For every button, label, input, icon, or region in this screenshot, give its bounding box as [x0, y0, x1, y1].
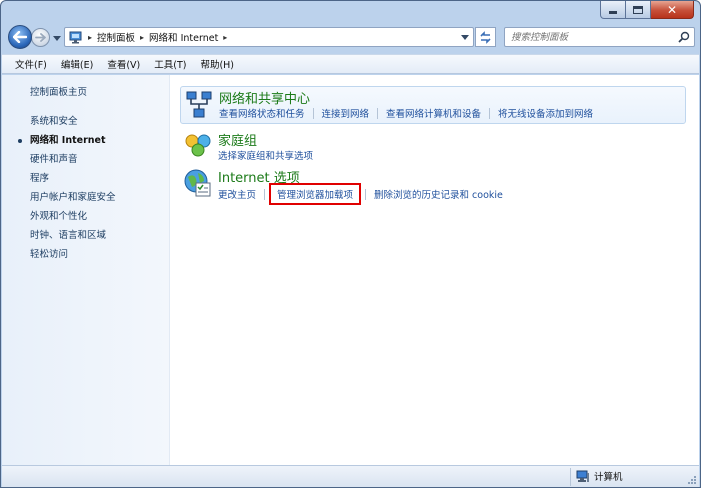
- category-homegroup: 家庭组 选择家庭组和共享选项: [180, 127, 686, 162]
- category-links-homegroup: 选择家庭组和共享选项: [218, 148, 313, 162]
- task-pane: 控制面板主页 系统和安全 网络和 Internet 硬件和声音 程序 用户帐户和…: [2, 75, 170, 465]
- link-view-network-computers[interactable]: 查看网络计算机和设备: [386, 106, 481, 120]
- breadcrumb-network-internet[interactable]: 网络和 Internet: [149, 30, 218, 44]
- link-add-wireless-device[interactable]: 将无线设备添加到网络: [498, 106, 593, 120]
- refresh-icon: [480, 30, 491, 44]
- sidebar-item-network-internet: 网络和 Internet: [2, 131, 169, 150]
- link-divider: [489, 107, 491, 119]
- internet-options-icon: [184, 169, 211, 197]
- forward-arrow-icon: [35, 33, 46, 42]
- address-history-dropdown[interactable]: [457, 28, 473, 46]
- menu-file[interactable]: 文件(F): [8, 57, 54, 71]
- link-delete-browsing-history[interactable]: 删除浏览的历史记录和 cookie: [374, 187, 503, 201]
- status-bar: 计算机: [2, 465, 699, 487]
- forward-button[interactable]: [31, 28, 50, 47]
- sidebar-item-appearance[interactable]: 外观和个性化: [2, 207, 169, 226]
- status-divider: [570, 468, 571, 486]
- search-icon[interactable]: [678, 31, 690, 43]
- homegroup-icon: [185, 134, 211, 157]
- close-icon: ✕: [666, 2, 678, 17]
- search-box[interactable]: [504, 27, 695, 47]
- menu-edit[interactable]: 编辑(E): [54, 57, 100, 71]
- menu-help[interactable]: 帮助(H): [193, 57, 241, 71]
- refresh-button[interactable]: [475, 27, 496, 47]
- category-title-homegroup[interactable]: 家庭组: [218, 130, 257, 149]
- link-change-home-page[interactable]: 更改主页: [218, 187, 256, 201]
- menu-view[interactable]: 查看(V): [100, 57, 147, 71]
- back-button[interactable]: [8, 25, 32, 49]
- computer-icon: [576, 470, 589, 482]
- status-location-label: 计算机: [594, 472, 623, 483]
- breadcrumb-control-panel[interactable]: 控制面板: [97, 30, 135, 44]
- chevron-down-icon: [461, 34, 469, 40]
- breadcrumb-separator-icon[interactable]: ▸: [88, 33, 92, 42]
- sidebar-item-system-security[interactable]: 系统和安全: [2, 112, 169, 131]
- address-bar[interactable]: ▸ 控制面板 ▸ 网络和 Internet ▸: [64, 27, 474, 47]
- maximize-icon: [633, 5, 643, 14]
- category-title-network-sharing[interactable]: 网络和共享中心: [219, 88, 310, 107]
- sidebar-item-clock-language-region[interactable]: 时钟、语言和区域: [2, 226, 169, 245]
- link-divider: [312, 107, 314, 119]
- breadcrumb-separator-icon[interactable]: ▸: [223, 33, 227, 42]
- control-panel-icon: [69, 31, 82, 44]
- category-list: 网络和共享中心 查看网络状态和任务 连接到网络 查看网络计算机和设备 将无线设备…: [170, 75, 699, 465]
- link-homegroup-sharing-options[interactable]: 选择家庭组和共享选项: [218, 148, 313, 162]
- control-panel-window: ✕ ▸ 控制面板 ▸ 网络和 Internet ▸ 搜索控制面板 文件(F) 编…: [0, 0, 701, 488]
- sidebar-item-control-panel-home[interactable]: 控制面板主页: [2, 83, 169, 102]
- resize-grip-icon[interactable]: [687, 475, 697, 485]
- menu-tools[interactable]: 工具(T): [147, 57, 193, 71]
- back-arrow-icon: [13, 31, 27, 43]
- sidebar-item-user-accounts[interactable]: 用户帐户和家庭安全: [2, 188, 169, 207]
- breadcrumb: ▸ 控制面板 ▸ 网络和 Internet ▸: [83, 28, 232, 46]
- breadcrumb-separator-icon[interactable]: ▸: [140, 33, 144, 42]
- link-divider: [365, 188, 367, 200]
- recent-pages-dropdown[interactable]: [53, 33, 61, 44]
- sidebar-item-programs[interactable]: 程序: [2, 169, 169, 188]
- category-internet-options: Internet 选项 更改主页 管理浏览器加载项 删除浏览的历史记录和 coo…: [180, 165, 686, 205]
- link-view-network-status[interactable]: 查看网络状态和任务: [219, 106, 305, 120]
- search-input[interactable]: [511, 31, 681, 43]
- menu-bar: 文件(F) 编辑(E) 查看(V) 工具(T) 帮助(H): [2, 54, 699, 74]
- link-divider: [377, 107, 379, 119]
- category-links-network-sharing: 查看网络状态和任务 连接到网络 查看网络计算机和设备 将无线设备添加到网络: [219, 106, 593, 120]
- status-location: 计算机: [576, 469, 623, 483]
- navigation-bar: ▸ 控制面板 ▸ 网络和 Internet ▸: [7, 25, 695, 51]
- link-connect-to-network[interactable]: 连接到网络: [322, 106, 370, 120]
- minimize-icon: [609, 11, 617, 14]
- link-divider: [264, 188, 266, 200]
- category-links-internet-options: 更改主页 管理浏览器加载项 删除浏览的历史记录和 cookie: [218, 183, 503, 205]
- minimize-button[interactable]: [600, 1, 626, 19]
- chevron-down-icon: [53, 36, 61, 41]
- maximize-button[interactable]: [626, 1, 651, 19]
- sidebar-item-ease-of-access[interactable]: 轻松访问: [2, 245, 169, 264]
- network-sharing-icon: [186, 91, 212, 118]
- content-area: 控制面板主页 系统和安全 网络和 Internet 硬件和声音 程序 用户帐户和…: [2, 75, 699, 465]
- caption-buttons: ✕: [600, 1, 694, 19]
- link-manage-browser-addons[interactable]: 管理浏览器加载项: [269, 183, 362, 205]
- close-button[interactable]: ✕: [651, 1, 694, 19]
- category-network-sharing: 网络和共享中心 查看网络状态和任务 连接到网络 查看网络计算机和设备 将无线设备…: [180, 86, 686, 124]
- sidebar-item-hardware-sound[interactable]: 硬件和声音: [2, 150, 169, 169]
